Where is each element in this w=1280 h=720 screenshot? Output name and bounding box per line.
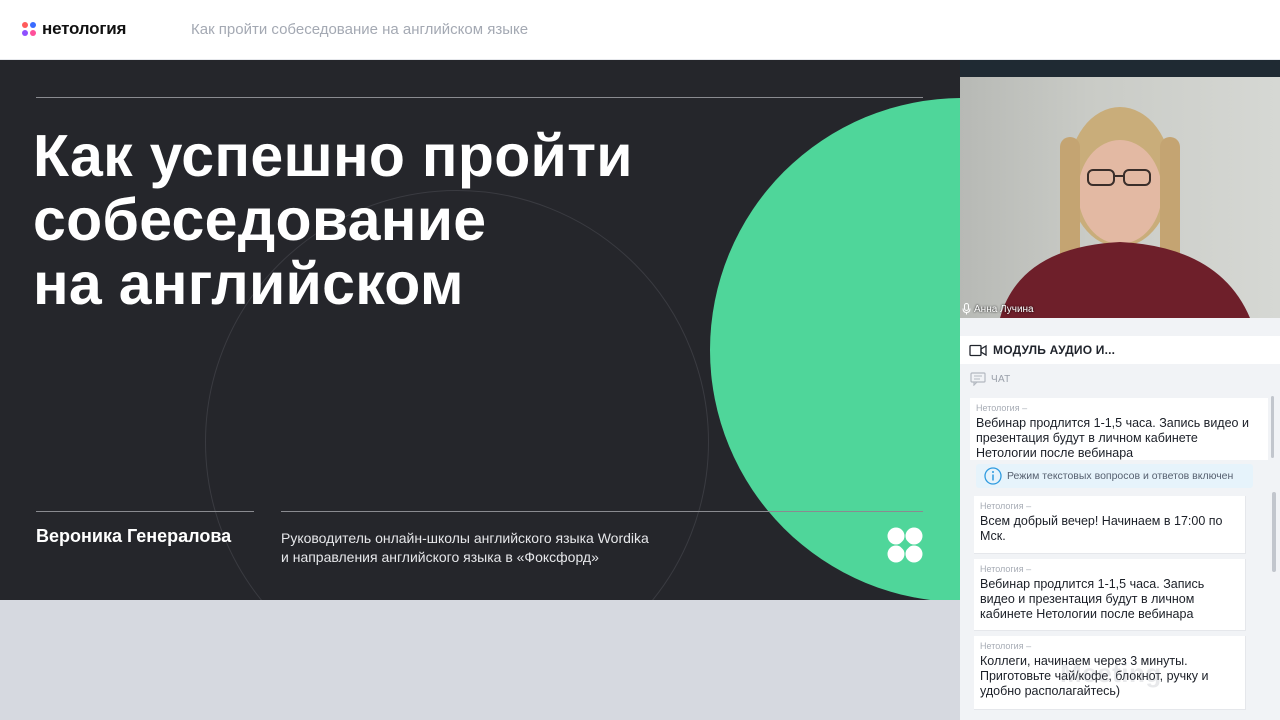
top-header: нетология Как пройти собеседование на ан… [0, 0, 1280, 60]
slide-divider-bottom-right [281, 511, 923, 512]
video-top-bar [960, 60, 1280, 77]
chat-message-author: Нетология – [980, 501, 1032, 511]
slide-speaker-name: Вероника Генералова [36, 526, 232, 546]
pinned-message-author: Нетология – [976, 403, 1028, 413]
module-audio-video[interactable]: МОДУЛЬ АУДИО И... [960, 336, 1280, 364]
webcam-feed [960, 77, 1280, 318]
logo-icon [22, 22, 36, 36]
qa-mode-banner: Режим текстовых вопросов и ответов включ… [976, 464, 1253, 488]
pinned-scrollbar[interactable] [1271, 396, 1274, 458]
chat-header-label: ЧАТ [991, 373, 1011, 385]
side-panel: Анна Лучина МОДУЛЬ АУДИО И... ЧАТ Нетоло… [960, 60, 1280, 720]
meeting-watermark: Meeting [1060, 658, 1162, 688]
chat-message-text: Всем добрый вечер! Начинаем в 17:00 по М… [980, 514, 1223, 543]
pinned-message: Нетология – Вебинар продлится 1-1,5 часа… [970, 398, 1268, 460]
chat-scrollbar[interactable] [1272, 492, 1276, 572]
logo[interactable]: нетология [22, 19, 126, 39]
presentation-slide: Как успешно пройти собеседование на англ… [0, 60, 960, 600]
qa-mode-banner-text: Режим текстовых вопросов и ответов включ… [1007, 470, 1234, 482]
microphone-icon [962, 303, 971, 315]
chat-icon [970, 372, 986, 386]
chat-message: Нетология – Всем добрый вечер! Начинаем … [974, 496, 1246, 554]
logo-text: нетология [42, 19, 127, 38]
module-label: МОДУЛЬ АУДИО И... [993, 343, 1116, 357]
presenter-nameplate: Анна Лучина [962, 303, 1034, 315]
chat-feed: Нетология – Всем добрый вечер! Начинаем … [960, 492, 1280, 720]
chat-message-author: Нетология – [980, 641, 1032, 651]
presenter-video[interactable]: Анна Лучина [960, 60, 1280, 318]
foxford-logo-icon [887, 527, 923, 563]
chat-message-author: Нетология – [980, 564, 1032, 574]
slide-divider-bottom-left [36, 511, 254, 512]
presenter-silhouette [1000, 107, 1250, 318]
slide-divider-top [36, 97, 923, 98]
chat-message-text: Вебинар продлится 1-1,5 часа. Запись вид… [980, 577, 1205, 621]
video-camera-icon [969, 344, 987, 356]
pinned-message-text: Вебинар продлится 1-1,5 часа. Запись вид… [976, 416, 1249, 460]
info-icon [984, 467, 1002, 485]
presenter-name: Анна Лучина [974, 303, 1034, 315]
chat-message: Нетология – Вебинар продлится 1-1,5 часа… [974, 559, 1246, 631]
chat-header[interactable]: ЧАТ [960, 366, 1280, 392]
slide-headline: Как успешно пройти собеседование на англ… [33, 123, 633, 317]
slide-speaker-role: Руководитель онлайн-школы английского яз… [281, 530, 649, 565]
slide-decor-circle-green [710, 98, 960, 600]
page-title: Как пройти собеседование на английском я… [191, 21, 529, 38]
